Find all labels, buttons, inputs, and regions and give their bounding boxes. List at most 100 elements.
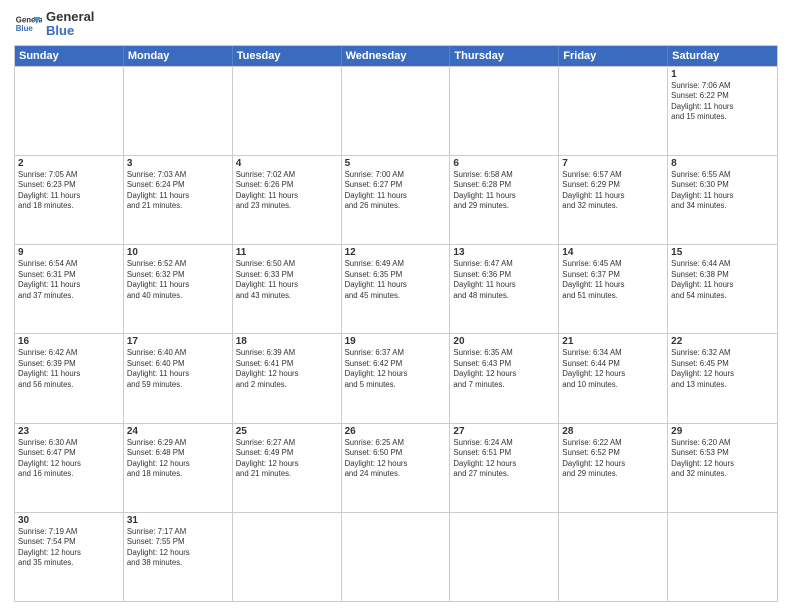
- calendar-cell-empty-0-4: [450, 67, 559, 155]
- page-header: General Blue General Blue: [14, 10, 778, 39]
- calendar-cell-30: 30Sunrise: 7:19 AM Sunset: 7:54 PM Dayli…: [15, 513, 124, 601]
- calendar-cell-empty-0-2: [233, 67, 342, 155]
- day-number: 3: [127, 158, 229, 169]
- day-number: 15: [671, 247, 774, 258]
- cell-info: Sunrise: 7:02 AM Sunset: 6:26 PM Dayligh…: [236, 170, 338, 212]
- header-day-saturday: Saturday: [668, 46, 777, 66]
- calendar-cell-28: 28Sunrise: 6:22 AM Sunset: 6:52 PM Dayli…: [559, 424, 668, 512]
- calendar-cell-1: 1Sunrise: 7:06 AM Sunset: 6:22 PM Daylig…: [668, 67, 777, 155]
- cell-info: Sunrise: 6:40 AM Sunset: 6:40 PM Dayligh…: [127, 348, 229, 390]
- calendar-cell-16: 16Sunrise: 6:42 AM Sunset: 6:39 PM Dayli…: [15, 334, 124, 422]
- calendar-week-2: 9Sunrise: 6:54 AM Sunset: 6:31 PM Daylig…: [15, 244, 777, 333]
- cell-info: Sunrise: 6:35 AM Sunset: 6:43 PM Dayligh…: [453, 348, 555, 390]
- calendar-cell-4: 4Sunrise: 7:02 AM Sunset: 6:26 PM Daylig…: [233, 156, 342, 244]
- calendar-cell-10: 10Sunrise: 6:52 AM Sunset: 6:32 PM Dayli…: [124, 245, 233, 333]
- calendar-cell-18: 18Sunrise: 6:39 AM Sunset: 6:41 PM Dayli…: [233, 334, 342, 422]
- day-number: 24: [127, 426, 229, 437]
- calendar-cell-25: 25Sunrise: 6:27 AM Sunset: 6:49 PM Dayli…: [233, 424, 342, 512]
- day-number: 9: [18, 247, 120, 258]
- day-number: 6: [453, 158, 555, 169]
- day-number: 22: [671, 336, 774, 347]
- day-number: 23: [18, 426, 120, 437]
- day-number: 30: [18, 515, 120, 526]
- calendar-cell-15: 15Sunrise: 6:44 AM Sunset: 6:38 PM Dayli…: [668, 245, 777, 333]
- cell-info: Sunrise: 6:49 AM Sunset: 6:35 PM Dayligh…: [345, 259, 447, 301]
- day-number: 19: [345, 336, 447, 347]
- day-number: 10: [127, 247, 229, 258]
- calendar-header-row: SundayMondayTuesdayWednesdayThursdayFrid…: [15, 46, 777, 66]
- generalblue-logo-icon: General Blue: [14, 10, 42, 38]
- day-number: 31: [127, 515, 229, 526]
- cell-info: Sunrise: 6:29 AM Sunset: 6:48 PM Dayligh…: [127, 438, 229, 480]
- cell-info: Sunrise: 6:57 AM Sunset: 6:29 PM Dayligh…: [562, 170, 664, 212]
- cell-info: Sunrise: 7:05 AM Sunset: 6:23 PM Dayligh…: [18, 170, 120, 212]
- day-number: 17: [127, 336, 229, 347]
- calendar-cell-2: 2Sunrise: 7:05 AM Sunset: 6:23 PM Daylig…: [15, 156, 124, 244]
- cell-info: Sunrise: 6:22 AM Sunset: 6:52 PM Dayligh…: [562, 438, 664, 480]
- cell-info: Sunrise: 7:03 AM Sunset: 6:24 PM Dayligh…: [127, 170, 229, 212]
- cell-info: Sunrise: 6:32 AM Sunset: 6:45 PM Dayligh…: [671, 348, 774, 390]
- calendar-cell-9: 9Sunrise: 6:54 AM Sunset: 6:31 PM Daylig…: [15, 245, 124, 333]
- logo: General Blue General Blue: [14, 10, 94, 39]
- cell-info: Sunrise: 6:55 AM Sunset: 6:30 PM Dayligh…: [671, 170, 774, 212]
- calendar-cell-8: 8Sunrise: 6:55 AM Sunset: 6:30 PM Daylig…: [668, 156, 777, 244]
- header-day-friday: Friday: [559, 46, 668, 66]
- cell-info: Sunrise: 7:00 AM Sunset: 6:27 PM Dayligh…: [345, 170, 447, 212]
- calendar-cell-11: 11Sunrise: 6:50 AM Sunset: 6:33 PM Dayli…: [233, 245, 342, 333]
- cell-info: Sunrise: 6:52 AM Sunset: 6:32 PM Dayligh…: [127, 259, 229, 301]
- calendar-cell-3: 3Sunrise: 7:03 AM Sunset: 6:24 PM Daylig…: [124, 156, 233, 244]
- logo-blue-text: Blue: [46, 24, 94, 38]
- calendar-cell-6: 6Sunrise: 6:58 AM Sunset: 6:28 PM Daylig…: [450, 156, 559, 244]
- calendar-week-0: 1Sunrise: 7:06 AM Sunset: 6:22 PM Daylig…: [15, 66, 777, 155]
- cell-info: Sunrise: 6:27 AM Sunset: 6:49 PM Dayligh…: [236, 438, 338, 480]
- cell-info: Sunrise: 6:20 AM Sunset: 6:53 PM Dayligh…: [671, 438, 774, 480]
- calendar-cell-12: 12Sunrise: 6:49 AM Sunset: 6:35 PM Dayli…: [342, 245, 451, 333]
- calendar-cell-31: 31Sunrise: 7:17 AM Sunset: 7:55 PM Dayli…: [124, 513, 233, 601]
- header-day-wednesday: Wednesday: [342, 46, 451, 66]
- cell-info: Sunrise: 6:50 AM Sunset: 6:33 PM Dayligh…: [236, 259, 338, 301]
- calendar-cell-29: 29Sunrise: 6:20 AM Sunset: 6:53 PM Dayli…: [668, 424, 777, 512]
- day-number: 4: [236, 158, 338, 169]
- day-number: 13: [453, 247, 555, 258]
- day-number: 16: [18, 336, 120, 347]
- svg-text:Blue: Blue: [16, 24, 34, 33]
- day-number: 8: [671, 158, 774, 169]
- cell-info: Sunrise: 6:54 AM Sunset: 6:31 PM Dayligh…: [18, 259, 120, 301]
- day-number: 7: [562, 158, 664, 169]
- calendar-body: 1Sunrise: 7:06 AM Sunset: 6:22 PM Daylig…: [15, 66, 777, 601]
- calendar-cell-20: 20Sunrise: 6:35 AM Sunset: 6:43 PM Dayli…: [450, 334, 559, 422]
- day-number: 18: [236, 336, 338, 347]
- header-day-sunday: Sunday: [15, 46, 124, 66]
- day-number: 11: [236, 247, 338, 258]
- calendar-week-5: 30Sunrise: 7:19 AM Sunset: 7:54 PM Dayli…: [15, 512, 777, 601]
- calendar-cell-24: 24Sunrise: 6:29 AM Sunset: 6:48 PM Dayli…: [124, 424, 233, 512]
- day-number: 21: [562, 336, 664, 347]
- calendar-cell-26: 26Sunrise: 6:25 AM Sunset: 6:50 PM Dayli…: [342, 424, 451, 512]
- cell-info: Sunrise: 6:42 AM Sunset: 6:39 PM Dayligh…: [18, 348, 120, 390]
- cell-info: Sunrise: 6:24 AM Sunset: 6:51 PM Dayligh…: [453, 438, 555, 480]
- day-number: 27: [453, 426, 555, 437]
- calendar-cell-empty-0-1: [124, 67, 233, 155]
- calendar: SundayMondayTuesdayWednesdayThursdayFrid…: [14, 45, 778, 602]
- calendar-week-3: 16Sunrise: 6:42 AM Sunset: 6:39 PM Dayli…: [15, 333, 777, 422]
- calendar-cell-empty-0-5: [559, 67, 668, 155]
- calendar-cell-empty-0-3: [342, 67, 451, 155]
- cell-info: Sunrise: 6:44 AM Sunset: 6:38 PM Dayligh…: [671, 259, 774, 301]
- cell-info: Sunrise: 6:47 AM Sunset: 6:36 PM Dayligh…: [453, 259, 555, 301]
- calendar-cell-17: 17Sunrise: 6:40 AM Sunset: 6:40 PM Dayli…: [124, 334, 233, 422]
- day-number: 28: [562, 426, 664, 437]
- calendar-week-4: 23Sunrise: 6:30 AM Sunset: 6:47 PM Dayli…: [15, 423, 777, 512]
- calendar-cell-empty-5-4: [450, 513, 559, 601]
- calendar-cell-5: 5Sunrise: 7:00 AM Sunset: 6:27 PM Daylig…: [342, 156, 451, 244]
- header-day-thursday: Thursday: [450, 46, 559, 66]
- day-number: 20: [453, 336, 555, 347]
- day-number: 12: [345, 247, 447, 258]
- cell-info: Sunrise: 7:19 AM Sunset: 7:54 PM Dayligh…: [18, 527, 120, 569]
- cell-info: Sunrise: 6:25 AM Sunset: 6:50 PM Dayligh…: [345, 438, 447, 480]
- day-number: 5: [345, 158, 447, 169]
- calendar-cell-empty-5-5: [559, 513, 668, 601]
- day-number: 2: [18, 158, 120, 169]
- calendar-cell-23: 23Sunrise: 6:30 AM Sunset: 6:47 PM Dayli…: [15, 424, 124, 512]
- calendar-cell-21: 21Sunrise: 6:34 AM Sunset: 6:44 PM Dayli…: [559, 334, 668, 422]
- calendar-cell-empty-0-0: [15, 67, 124, 155]
